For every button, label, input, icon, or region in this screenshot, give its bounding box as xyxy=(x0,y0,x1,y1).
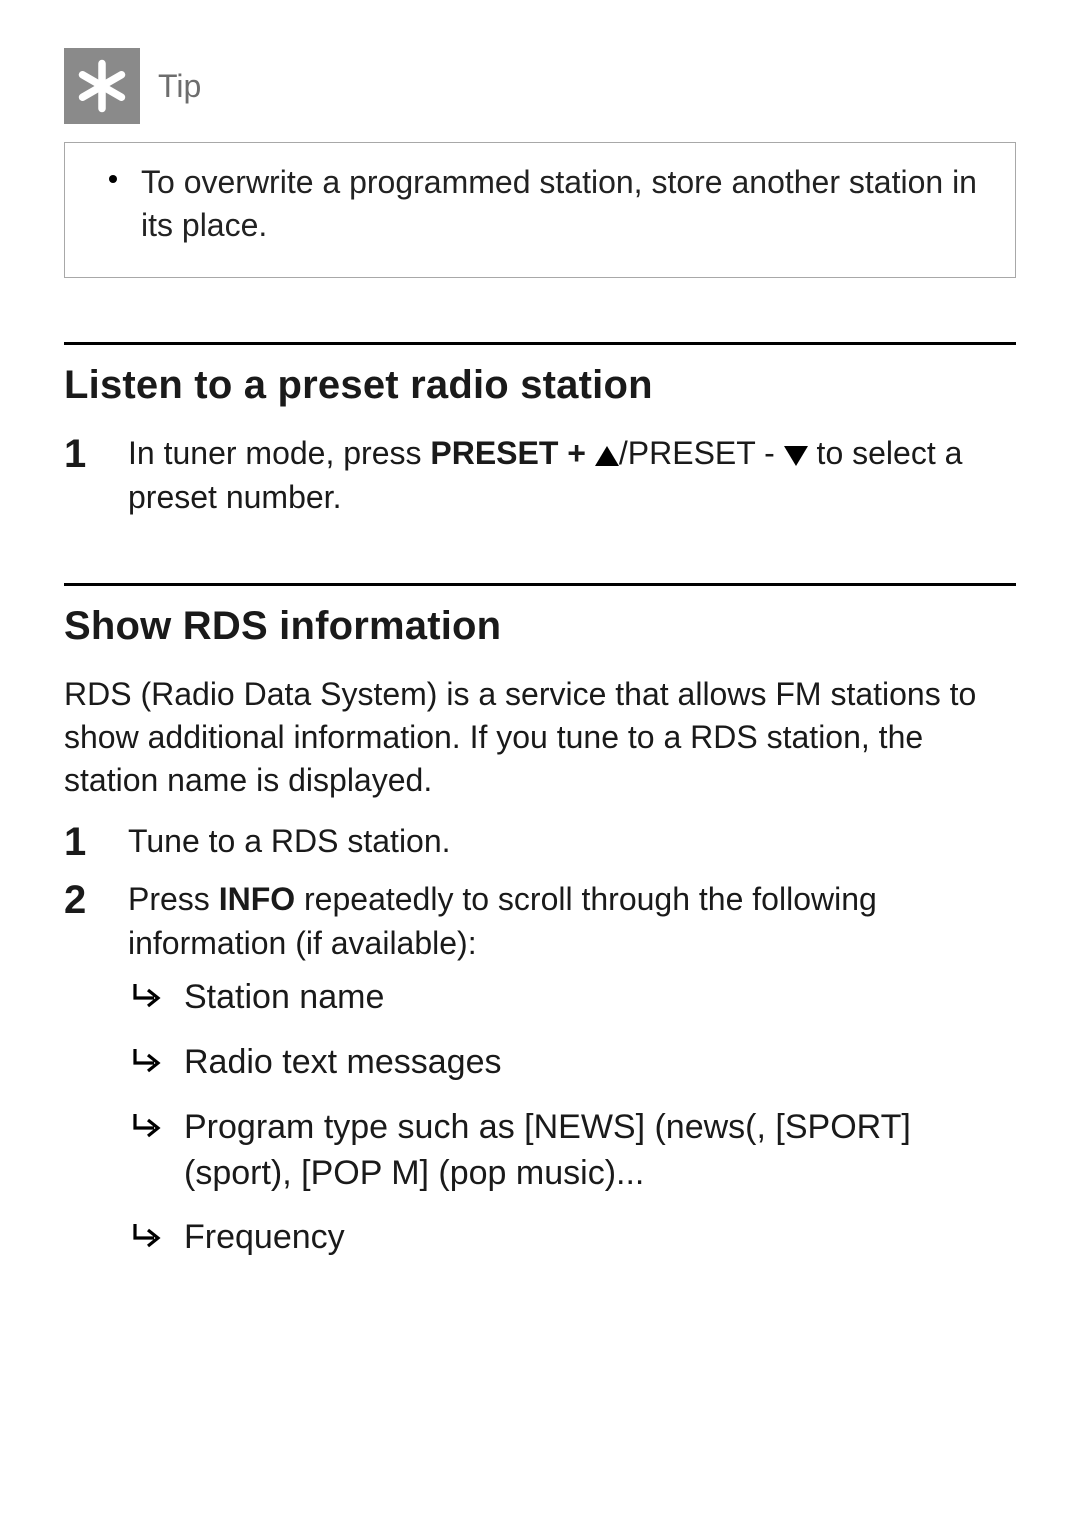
tip-icon xyxy=(64,48,140,124)
tip-block: Tip To overwrite a programmed station, s… xyxy=(64,48,1016,278)
section-rds-info: Show RDS information RDS (Radio Data Sys… xyxy=(64,583,1016,1280)
arrow-right-icon xyxy=(132,1040,166,1087)
step-bold: PRESET + xyxy=(430,435,595,471)
section-title: Listen to a preset radio station xyxy=(64,363,1016,408)
tip-label: Tip xyxy=(158,68,201,105)
result-item: Station name xyxy=(128,975,1016,1022)
result-item: Radio text messages xyxy=(128,1040,1016,1087)
bullet-icon xyxy=(109,175,117,183)
triangle-down-icon xyxy=(784,446,808,466)
step-fragment: In tuner mode, press xyxy=(128,435,430,471)
tip-text: To overwrite a programmed station, store… xyxy=(141,161,981,247)
arrow-right-icon xyxy=(132,1215,166,1262)
step-bold: INFO xyxy=(219,881,295,917)
section-listen-preset: Listen to a preset radio station 1 In tu… xyxy=(64,342,1016,518)
document-page: Tip To overwrite a programmed station, s… xyxy=(0,0,1080,1358)
step-text: Press INFO repeatedly to scroll through … xyxy=(128,878,1016,1280)
step-row: 2 Press INFO repeatedly to scroll throug… xyxy=(64,878,1016,1280)
step-text: Tune to a RDS station. xyxy=(128,820,1016,864)
triangle-up-icon xyxy=(595,446,619,466)
result-text: Radio text messages xyxy=(184,1040,1016,1087)
section-intro: RDS (Radio Data System) is a service tha… xyxy=(64,673,1016,803)
step-fragment: Press xyxy=(128,881,219,917)
result-item: Frequency xyxy=(128,1215,1016,1262)
tip-bullet-item: To overwrite a programmed station, store… xyxy=(109,161,981,247)
step-row: 1 Tune to a RDS station. xyxy=(64,820,1016,864)
result-list: Station name Radio text messages Program… xyxy=(128,975,1016,1262)
step-fragment: /PRESET - xyxy=(619,435,784,471)
step-number: 1 xyxy=(64,432,88,518)
asterisk-icon xyxy=(72,56,132,116)
section-title: Show RDS information xyxy=(64,604,1016,649)
tip-body: To overwrite a programmed station, store… xyxy=(64,142,1016,278)
step-row: 1 In tuner mode, press PRESET + /PRESET … xyxy=(64,432,1016,518)
step-number: 1 xyxy=(64,820,88,864)
arrow-right-icon xyxy=(132,1105,166,1197)
result-text: Program type such as [NEWS] (news(, [SPO… xyxy=(184,1105,1016,1197)
tip-header: Tip xyxy=(64,48,1016,124)
step-text: In tuner mode, press PRESET + /PRESET - … xyxy=(128,432,1016,518)
arrow-right-icon xyxy=(132,975,166,1022)
result-item: Program type such as [NEWS] (news(, [SPO… xyxy=(128,1105,1016,1197)
step-number: 2 xyxy=(64,878,88,1280)
result-text: Frequency xyxy=(184,1215,1016,1262)
result-text: Station name xyxy=(184,975,1016,1022)
